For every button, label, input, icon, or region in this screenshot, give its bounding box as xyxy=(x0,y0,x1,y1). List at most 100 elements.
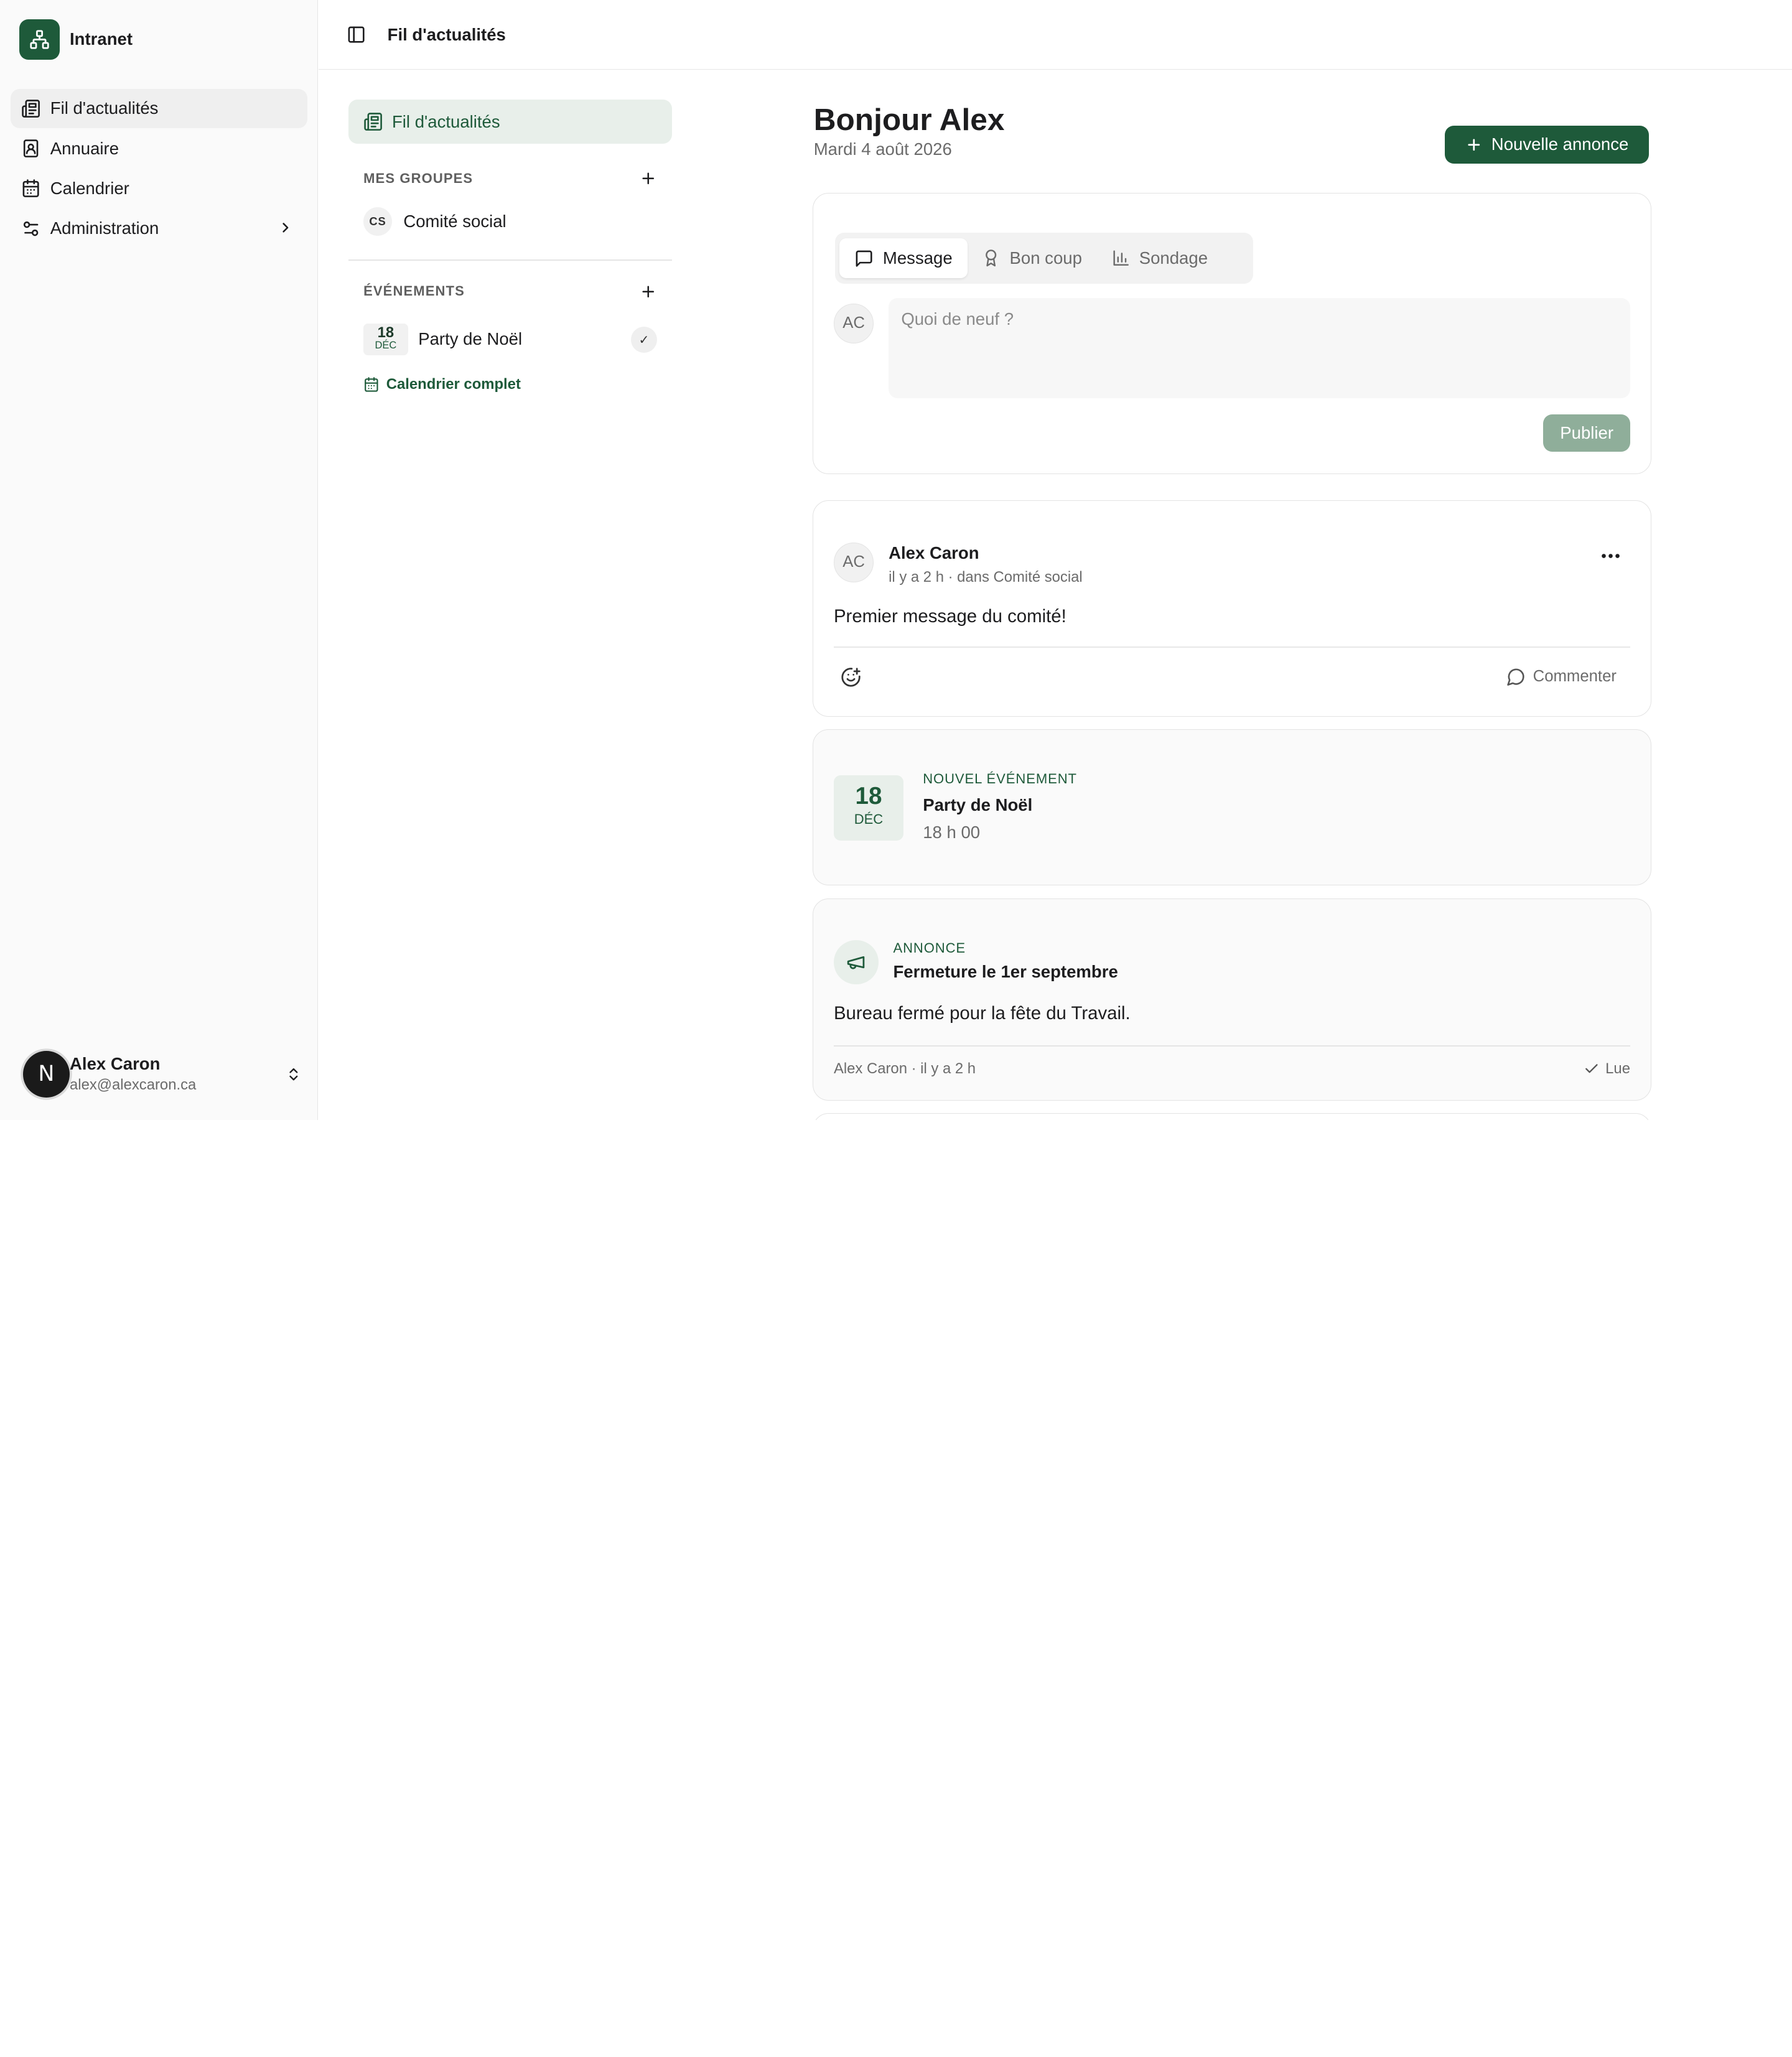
event-date-badge: 18 DÉC xyxy=(833,775,903,841)
event-day: 18 xyxy=(855,782,882,809)
greeting: Bonjour Alex Mardi 4 août 2026 xyxy=(814,101,1005,159)
megaphone-icon xyxy=(833,940,879,985)
next-feed-card xyxy=(812,1112,1652,1120)
event-feed-card[interactable]: 18 DÉC NOUVEL ÉVÉNEMENT Party de Noël 18… xyxy=(812,729,1652,886)
tab-label: Sondage xyxy=(1139,248,1208,268)
bar-chart-icon xyxy=(1112,249,1130,267)
event-name: Party de Noël xyxy=(418,329,523,349)
sidebar: Intranet Fil d'actualités Annuaire Calen… xyxy=(0,0,318,1120)
post-composer: Message Bon coup Sondage AC Publier xyxy=(812,193,1652,475)
feed-post: AC Alex Caron il y a 2 h · dans Comité s… xyxy=(812,500,1652,717)
greeting-title: Bonjour Alex xyxy=(813,101,1005,137)
event-kicker: NOUVEL ÉVÉNEMENT xyxy=(923,770,1077,786)
new-announcement-button[interactable]: Nouvelle annonce xyxy=(1444,126,1650,164)
main-nav: Fil d'actualités Annuaire Calendrier Adm… xyxy=(10,89,308,249)
tab-message[interactable]: Message xyxy=(839,238,968,279)
full-calendar-label: Calendrier complet xyxy=(386,376,521,393)
add-group-icon[interactable] xyxy=(639,169,657,187)
events-heading: ÉVÉNEMENTS xyxy=(348,282,672,301)
app-root: Intranet Fil d'actualités Annuaire Calen… xyxy=(0,0,1792,1120)
tab-kudos[interactable]: Bon coup xyxy=(968,238,1097,278)
panel-divider xyxy=(348,259,672,261)
nav-label: Annuaire xyxy=(50,138,119,158)
user-name: Alex Caron xyxy=(70,1054,161,1074)
add-event-icon[interactable] xyxy=(639,282,657,301)
topbar: Fil d'actualités xyxy=(319,0,1792,70)
event-title: Party de Noël xyxy=(923,795,1033,814)
groups-heading: MES GROUPES xyxy=(348,169,672,187)
panel-feed-link[interactable]: Fil d'actualités xyxy=(348,99,672,144)
group-item-social-committee[interactable]: CS Comité social xyxy=(348,205,672,239)
panel-feed-label: Fil d'actualités xyxy=(391,111,500,131)
plus-icon xyxy=(1465,136,1483,154)
group-badge: CS xyxy=(363,207,392,236)
greeting-date: Mardi 4 août 2026 xyxy=(813,139,952,159)
tab-label: Message xyxy=(882,248,953,268)
event-time: 18 h 00 xyxy=(923,822,981,842)
announcement-meta: Alex Caron · il y a 2 h xyxy=(833,1060,976,1077)
contact-book-icon xyxy=(21,138,41,159)
user-info: Alex Caron alex@alexcaron.ca xyxy=(70,1053,284,1094)
announcement-body: Bureau fermé pour la fête du Travail. xyxy=(833,1002,1131,1024)
settings-sliders-icon xyxy=(21,218,41,239)
newspaper-icon xyxy=(363,112,383,131)
nav-item-administration[interactable]: Administration xyxy=(11,209,308,248)
message-square-icon xyxy=(854,249,874,268)
brand[interactable]: Intranet xyxy=(19,19,133,60)
announcement-title: Fermeture le 1er septembre xyxy=(893,961,1118,981)
user-menu[interactable]: N Alex Caron alex@alexcaron.ca xyxy=(22,1049,303,1099)
tab-label: Bon coup xyxy=(1009,248,1082,268)
avatar: AC xyxy=(833,542,874,582)
nav-item-calendar[interactable]: Calendrier xyxy=(11,169,308,208)
announcement-divider xyxy=(833,1045,1630,1047)
read-label: Lue xyxy=(1605,1060,1630,1077)
nav-label: Administration xyxy=(50,218,159,238)
publish-button[interactable]: Publier xyxy=(1543,414,1630,452)
brand-name: Intranet xyxy=(70,29,133,49)
event-item-christmas-party[interactable]: 18 DÉC Party de Noël ✓ xyxy=(348,322,672,357)
new-announcement-label: Nouvelle annonce xyxy=(1491,134,1629,154)
comment-button[interactable]: Commenter xyxy=(1506,667,1617,686)
read-status[interactable]: Lue xyxy=(1584,1060,1630,1078)
more-horizontal-icon[interactable] xyxy=(1600,550,1621,561)
add-reaction-icon[interactable] xyxy=(841,667,861,688)
chevron-right-icon xyxy=(278,220,294,240)
group-name: Comité social xyxy=(403,212,506,231)
newspaper-icon xyxy=(21,98,41,119)
event-date-badge: 18 DÉC xyxy=(363,323,408,356)
feed-panel: Fil d'actualités MES GROUPES CS Comité s… xyxy=(348,99,672,393)
tab-poll[interactable]: Sondage xyxy=(1097,238,1223,278)
check-icon xyxy=(1584,1061,1600,1077)
comment-label: Commenter xyxy=(1533,667,1617,685)
sidebar-toggle-icon[interactable] xyxy=(344,22,369,47)
user-email: alex@alexcaron.ca xyxy=(70,1076,197,1094)
event-month: DÉC xyxy=(854,811,884,827)
nav-label: Fil d'actualités xyxy=(50,98,159,118)
post-divider xyxy=(833,646,1630,648)
nav-label: Calendrier xyxy=(50,179,129,198)
award-icon xyxy=(982,249,1000,267)
events-heading-label: ÉVÉNEMENTS xyxy=(363,283,465,299)
announcement-kicker: ANNONCE xyxy=(893,940,966,956)
page-title: Fil d'actualités xyxy=(387,24,506,44)
calendar-icon xyxy=(363,376,380,393)
org-chart-icon xyxy=(19,19,60,60)
avatar: N xyxy=(22,1050,70,1098)
nav-item-directory[interactable]: Annuaire xyxy=(11,129,308,168)
rsvp-check-icon[interactable]: ✓ xyxy=(630,327,658,353)
event-day: 18 xyxy=(377,324,394,342)
full-calendar-link[interactable]: Calendrier complet xyxy=(348,376,672,393)
post-body: Premier message du comité! xyxy=(833,606,1066,627)
chevrons-up-down-icon xyxy=(284,1064,302,1084)
announcement-card: ANNONCE Fermeture le 1er septembre Burea… xyxy=(812,898,1652,1101)
calendar-icon xyxy=(21,178,41,198)
post-input[interactable] xyxy=(889,297,1631,399)
message-circle-icon xyxy=(1506,667,1526,686)
avatar: AC xyxy=(833,303,874,343)
composer-tabs: Message Bon coup Sondage xyxy=(834,232,1253,284)
groups-heading-label: MES GROUPES xyxy=(363,170,474,186)
post-author[interactable]: Alex Caron xyxy=(889,543,979,563)
event-month: DÉC xyxy=(375,339,397,352)
nav-item-feed[interactable]: Fil d'actualités xyxy=(10,89,308,128)
post-meta: il y a 2 h · dans Comité social xyxy=(889,568,1083,585)
